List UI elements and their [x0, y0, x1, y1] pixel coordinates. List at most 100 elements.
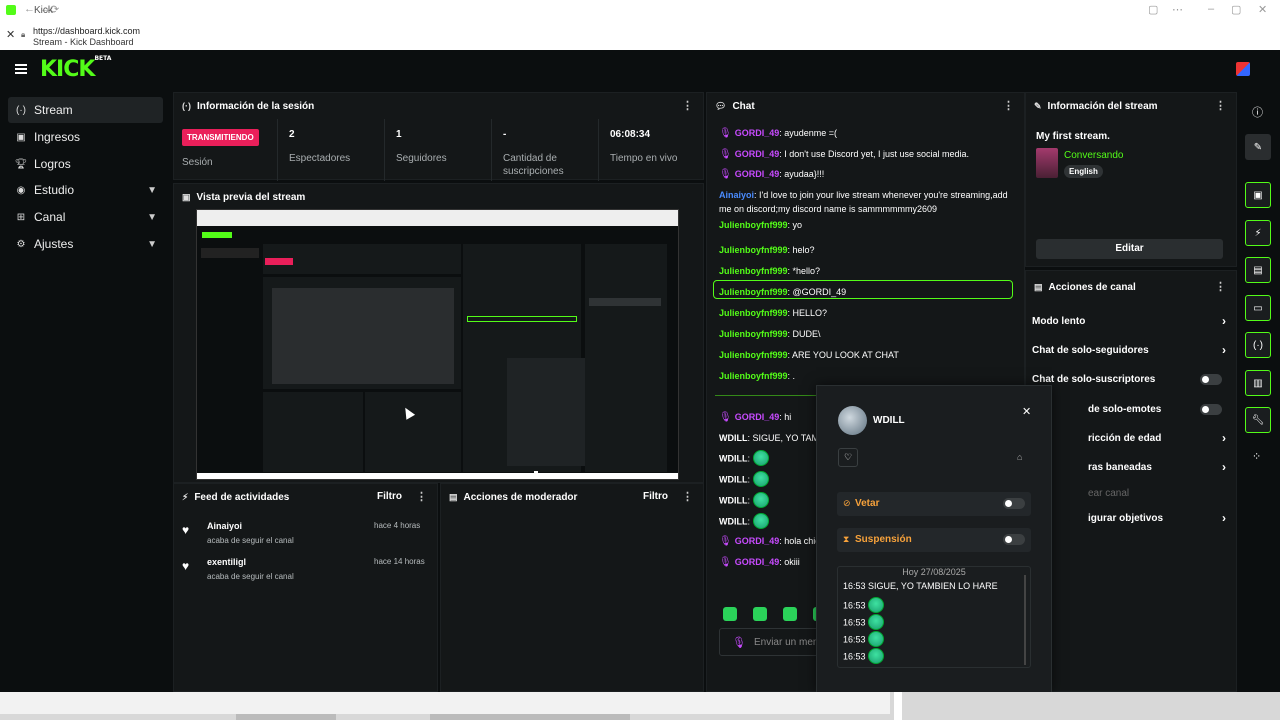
chat-username[interactable]: WDILL [719, 453, 748, 463]
chat-username[interactable]: Julienboyfnf999 [719, 371, 788, 381]
stop-icon[interactable]: ✕ [6, 28, 15, 41]
chat-username[interactable]: GORDI_49 [735, 412, 780, 422]
chat-username[interactable]: WDILL [719, 474, 748, 484]
channel-action-clear-channel[interactable]: ear canal [1088, 483, 1228, 503]
chat-text: hola chic [784, 536, 820, 546]
close-window-icon[interactable]: ✕ [1258, 3, 1267, 16]
avatar[interactable] [1236, 62, 1250, 76]
sidebar-item-ajustes[interactable]: ⚙ Ajustes ▼ [8, 231, 163, 257]
more-options-icon[interactable]: ⋮ [682, 490, 693, 503]
broadcast-icon: (·) [182, 101, 191, 111]
panel-header: ⚡︎ Feed de actividades Filtro ⋮ [174, 484, 437, 510]
follower-name[interactable]: exentiligl [207, 557, 246, 567]
mod-icon[interactable]: ▥ [1245, 370, 1271, 396]
emotes-only-toggle[interactable] [1200, 403, 1222, 415]
more-options-icon[interactable]: ⋮ [1003, 99, 1014, 112]
channel-action-banned-words[interactable]: ras baneadas › [1088, 457, 1228, 477]
chat-message: Julienboyfnf999: DUDE\ [719, 327, 1015, 341]
emote-icon[interactable] [783, 607, 797, 621]
sidebar-item-canal[interactable]: ⊞ Canal ▼ [8, 204, 163, 230]
info-icon[interactable]: ⓘ [1252, 104, 1263, 120]
heart-icon[interactable]: ♡ [838, 448, 858, 467]
preview-tool-icon[interactable]: ▣ [1245, 182, 1271, 208]
layout-icon[interactable]: ⁘ [1252, 450, 1261, 463]
emote-icon[interactable] [753, 607, 767, 621]
pencil-icon[interactable]: ✎ [1245, 134, 1271, 160]
chat-username[interactable]: WDILL [719, 516, 748, 526]
timeout-row[interactable]: ⧗ Suspensión [837, 528, 1031, 552]
minimize-icon[interactable]: – [1208, 3, 1214, 15]
chat-input[interactable]: 🎙︎ Enviar un men [719, 628, 829, 656]
chat-username[interactable]: Julienboyfnf999 [719, 245, 788, 255]
more-icon[interactable]: ⋯ [1172, 3, 1183, 16]
taskbar-item[interactable] [236, 714, 336, 720]
lightning-icon[interactable]: ⚡︎ [1245, 220, 1271, 246]
ban-toggle[interactable] [1003, 498, 1025, 509]
chat-icon[interactable]: ▭ [1245, 295, 1271, 321]
more-options-icon[interactable]: ⋮ [1215, 99, 1226, 112]
chat-username[interactable]: Julienboyfnf999 [719, 350, 788, 360]
chat-username[interactable]: Julienboyfnf999 [719, 308, 788, 318]
chat-username[interactable]: WDILL [719, 495, 748, 505]
sidebar-item-stream[interactable]: (·) Stream [8, 97, 163, 123]
live-status-badge: TRANSMITIENDO [182, 129, 259, 146]
chat-username[interactable]: Julienboyfnf999 [719, 266, 788, 276]
user-card-username: WDILL [873, 415, 905, 426]
sidebar-item-ingresos[interactable]: ▣ Ingresos [8, 124, 163, 150]
chat-username[interactable]: GORDI_49 [735, 128, 780, 138]
sidebar-item-logros[interactable]: 🏆︎ Logros [8, 151, 163, 177]
more-options-icon[interactable]: ⋮ [416, 490, 427, 503]
panel-header: ▣ Vista previa del stream [174, 184, 703, 210]
maximize-icon[interactable]: ▢ [1231, 3, 1241, 16]
list-icon[interactable]: ▤ [1245, 257, 1271, 283]
history-row: 16:53 [843, 614, 885, 631]
tab-title[interactable]: Kick [34, 5, 53, 16]
pin-icon[interactable]: ⌂ [1017, 452, 1022, 462]
channel-action-emotes-only[interactable]: de solo-emotes [1088, 399, 1228, 419]
history-text: SIGUE, YO TAMBIEN LO HARE [868, 581, 998, 591]
emote-icon[interactable] [723, 607, 737, 621]
stat-label: Cantidad de suscripciones [503, 153, 564, 177]
chat-username[interactable]: GORDI_49 [735, 536, 780, 546]
channel-action-followers-only[interactable]: Chat de solo-seguidores › [1032, 340, 1228, 360]
chat-username[interactable]: Julienboyfnf999 [719, 220, 788, 230]
filter-button[interactable]: Filtro [377, 491, 402, 502]
edit-button[interactable]: Editar [1036, 239, 1223, 259]
filter-button[interactable]: Filtro [643, 491, 668, 502]
chevron-right-icon: › [1222, 343, 1226, 357]
chat-username[interactable]: GORDI_49 [735, 557, 780, 567]
address-bar[interactable]: https://dashboard.kick.com [33, 26, 140, 36]
chat-username[interactable]: WDILL [719, 433, 748, 443]
stream-preview-video[interactable] [196, 209, 679, 480]
menu-icon[interactable] [15, 64, 27, 74]
ban-row[interactable]: ⊘ Vetar [837, 492, 1031, 516]
close-icon[interactable]: ✕ [1022, 405, 1031, 418]
chat-username[interactable]: GORDI_49 [735, 149, 780, 159]
divider [277, 119, 278, 181]
sidebar-item-label: Canal [34, 210, 66, 224]
chat-username[interactable]: Ainaiyoi [719, 190, 754, 200]
chat-username[interactable]: GORDI_49 [735, 169, 780, 179]
window-icon[interactable]: ▢ [1148, 3, 1158, 16]
stat-subscriptions: - Cantidad de suscripciones [503, 129, 583, 178]
more-options-icon[interactable]: ⋮ [682, 99, 693, 112]
mic-icon: 🎙︎ [719, 149, 732, 160]
category-name[interactable]: Conversando [1064, 150, 1123, 161]
channel-action-subscribers-only[interactable]: Chat de solo-suscriptores [1032, 369, 1228, 389]
more-options-icon[interactable]: ⋮ [1215, 280, 1226, 293]
timeout-toggle[interactable] [1003, 534, 1025, 545]
heart-icon: ♥ [182, 523, 190, 537]
channel-action-goals[interactable]: igurar objetivos › [1088, 508, 1228, 528]
channel-action-slow-mode[interactable]: Modo lento › [1032, 311, 1228, 331]
subscribers-only-toggle[interactable] [1200, 373, 1222, 385]
broadcast-icon[interactable]: (·) [1245, 332, 1271, 358]
channel-action-age-restriction[interactable]: ricción de edad › [1088, 428, 1228, 448]
taskbar-item[interactable] [430, 714, 630, 720]
chat-username[interactable]: Julienboyfnf999 [719, 329, 788, 339]
sidebar-item-estudio[interactable]: ◉ Estudio ▼ [8, 177, 163, 203]
wrench-icon[interactable]: 🔧︎ [1245, 407, 1271, 433]
follower-name[interactable]: Ainaiyoi [207, 521, 242, 531]
scrollbar[interactable] [1024, 575, 1026, 665]
kick-logo[interactable]: KICKBETA [40, 55, 112, 82]
beta-badge: BETA [94, 55, 112, 62]
